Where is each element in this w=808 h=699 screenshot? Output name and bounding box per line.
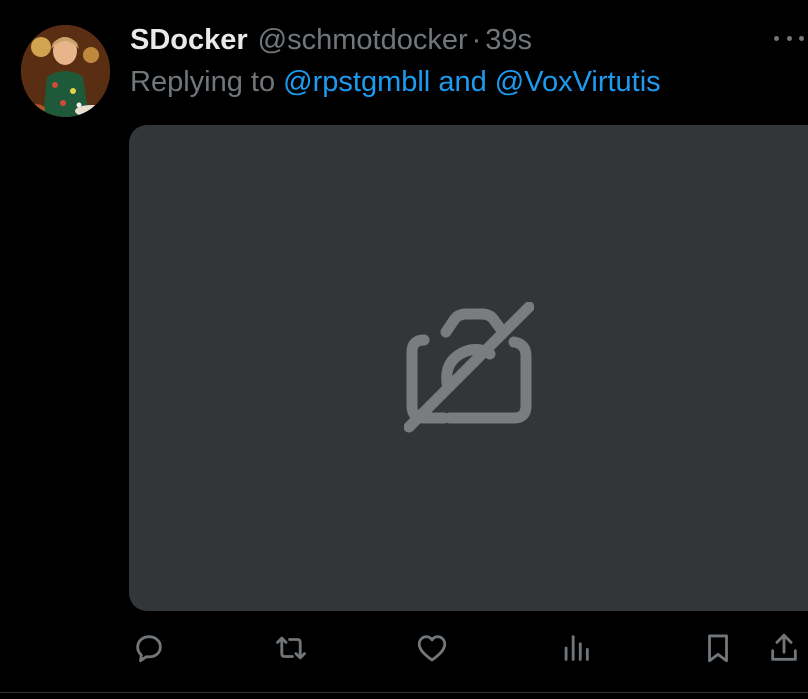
- timestamp[interactable]: 39s: [485, 24, 532, 57]
- camera-off-icon: [404, 302, 534, 433]
- more-dot: [774, 35, 779, 41]
- bookmark-button[interactable]: [698, 628, 738, 668]
- views-button[interactable]: [556, 628, 596, 668]
- replying-prefix: Replying to: [130, 66, 276, 98]
- retweet-button[interactable]: [271, 628, 311, 668]
- display-name[interactable]: SDocker: [130, 24, 248, 57]
- share-button[interactable]: [764, 628, 804, 668]
- tweet[interactable]: SDocker @schmotdocker · 39s Replying to …: [0, 0, 808, 692]
- reply-conjunction: and: [438, 66, 487, 98]
- reply-mention-link[interactable]: @VoxVirtutis: [495, 66, 661, 98]
- tweet-header: SDocker @schmotdocker · 39s: [130, 22, 532, 58]
- bookmark-icon: [708, 634, 728, 663]
- reply-icon: [136, 635, 162, 663]
- more-dot: [799, 35, 804, 41]
- retweet-icon: [276, 636, 306, 660]
- avatar-photo: [21, 25, 110, 117]
- share-icon: [771, 633, 797, 661]
- user-handle[interactable]: @schmotdocker: [258, 24, 468, 57]
- reply-button[interactable]: [129, 628, 169, 668]
- heart-icon: [417, 635, 447, 662]
- tweet-divider: [0, 692, 808, 693]
- reply-mention-link[interactable]: @rpstgmbll: [283, 66, 430, 98]
- more-dot: [786, 35, 792, 41]
- avatar[interactable]: [21, 25, 110, 117]
- like-button[interactable]: [412, 628, 452, 668]
- views-icon: [564, 635, 589, 661]
- media-placeholder[interactable]: [129, 125, 808, 611]
- separator-dot: ·: [471, 23, 482, 56]
- replying-to: Replying to @rpstgmbll and @VoxVirtutis: [130, 66, 661, 99]
- more-options-button[interactable]: [774, 28, 804, 48]
